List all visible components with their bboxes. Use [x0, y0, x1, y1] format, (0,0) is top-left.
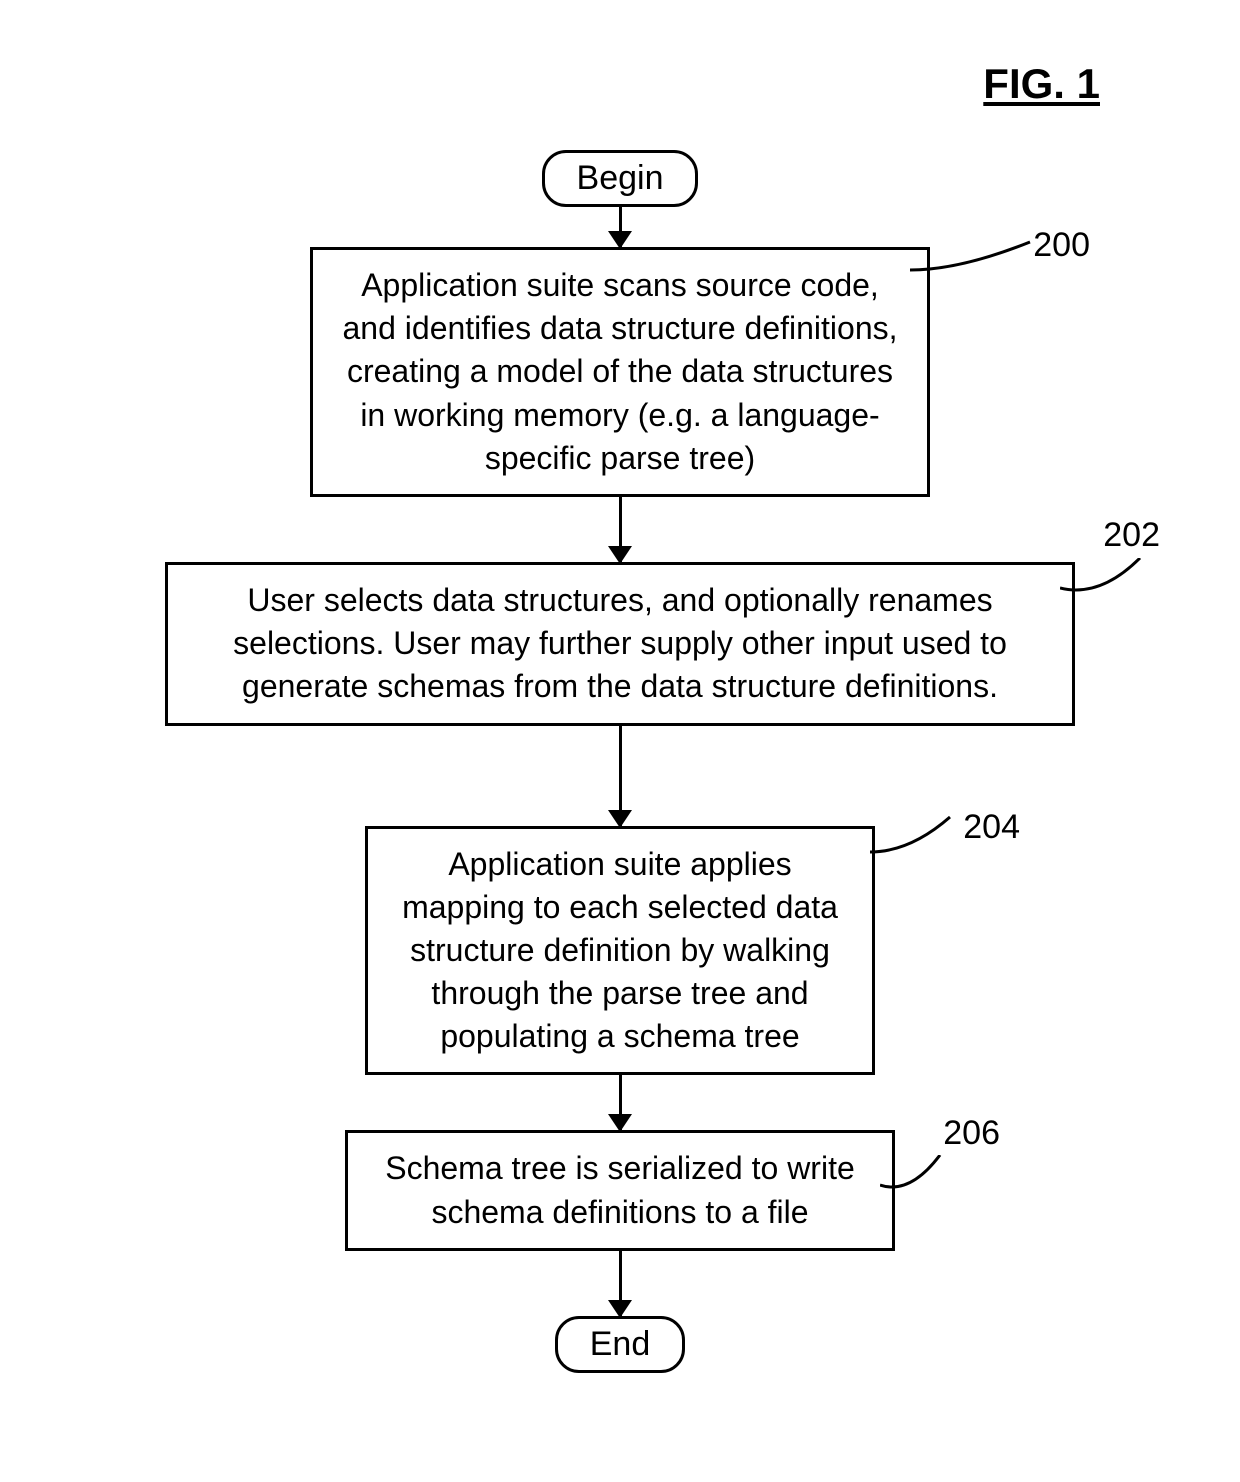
connector-curve-icon — [880, 1155, 950, 1200]
figure-title: FIG. 1 — [983, 60, 1100, 108]
connector-curve-icon — [870, 812, 960, 862]
terminal-begin: Begin — [542, 150, 699, 207]
process-box-206: Schema tree is serialized to write schem… — [345, 1130, 895, 1250]
process-box-204: Application suite applies mapping to eac… — [365, 826, 875, 1076]
connector-curve-icon — [910, 240, 1040, 280]
arrow-icon — [619, 1251, 622, 1316]
arrow-icon — [619, 726, 622, 826]
flowchart-container: Begin Application suite scans source cod… — [0, 150, 1240, 1373]
ref-label-202: 202 — [1103, 516, 1160, 555]
process-box-202: User selects data structures, and option… — [165, 562, 1075, 726]
ref-label-206: 206 — [943, 1114, 1000, 1153]
connector-curve-icon — [1060, 558, 1150, 603]
arrow-icon — [619, 207, 622, 247]
arrow-icon — [619, 1075, 622, 1130]
ref-label-204: 204 — [963, 808, 1020, 847]
terminal-end: End — [555, 1316, 686, 1373]
arrow-icon — [619, 497, 622, 562]
process-box-200: Application suite scans source code, and… — [310, 247, 930, 497]
ref-label-200: 200 — [1033, 226, 1090, 265]
